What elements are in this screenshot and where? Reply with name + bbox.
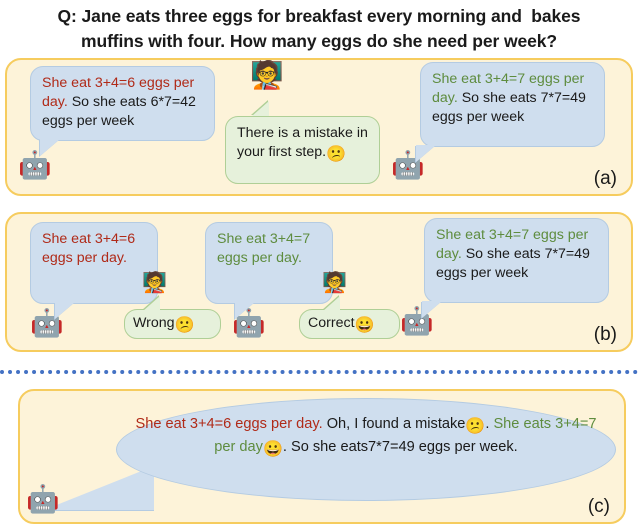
assistant-bubble-c-wrong: She eat 3+4=6 eggs per day. [135,416,323,432]
assistant-bubble-c-mid1: Oh, I found a mistake [322,416,466,432]
assistant-bubble-b2-correct: She eat 3+4=7 eggs per day. [217,231,311,266]
assistant-bubble-c-mid3: . So she eats7*7=49 eggs per week. [282,438,518,455]
robot-icon: 🤖 [18,150,52,180]
teacher-icon: 🧑‍🏫 [142,272,167,294]
assistant-bubble-b1: She eat 3+4=6 eggs per day. [30,222,158,304]
bubble-tail-icon [235,302,255,319]
confused-face-icon: 😕 [465,418,486,435]
assistant-bubble-c-text: She eat 3+4=6 eggs per day. Oh, I found … [135,413,597,458]
assistant-bubble-a1: She eat 3+4=6 eggs per day. So she eats … [30,66,215,141]
question-line-1: Q: Jane eats three eggs for breakfast ev… [57,6,581,26]
bubble-tail-icon [143,296,160,311]
bubble-tail-icon [252,101,269,116]
confused-face-icon: 😕 [326,145,347,163]
bubble-tail-icon [55,302,75,319]
bubble-tail-icon [422,301,442,318]
bubble-tail-icon [323,296,340,311]
grinning-face-icon: 😀 [354,317,375,334]
bubble-tail-icon [40,139,60,156]
teacher-icon: 🧑‍🏫 [322,272,347,294]
panel-b-label: (b) [593,324,617,345]
teacher-feedback-b1-text: Wrong [133,315,175,331]
assistant-bubble-a2: She eat 3+4=7 eggs per day. So she eats … [420,62,605,147]
bubble-tail-icon [44,466,154,510]
panel-a-label: (a) [593,168,617,189]
assistant-bubble-b1-wrong: She eat 3+4=6 eggs per day. [42,231,136,266]
robot-icon: 🤖 [26,484,60,514]
bubble-tail-icon [416,145,436,162]
confused-face-icon: 😕 [174,317,195,334]
assistant-bubble-b3: She eat 3+4=7 eggs per day. So she eats … [424,218,609,303]
teacher-feedback-b2: Correct😀 [299,309,400,339]
teacher-icon: 🧑‍🏫 [250,60,284,90]
panel-c-label: (c) [587,496,610,517]
teacher-bubble-a-text: There is a mistake in your first step. [237,125,368,160]
teacher-bubble-a: There is a mistake in your first step.😕 [225,116,380,184]
grinning-face-icon: 😀 [262,440,283,458]
page-title: Q: Jane eats three eggs for breakfast ev… [0,4,638,54]
teacher-feedback-b1: Wrong😕 [124,309,221,339]
question-line-2: muffins with four. How many eggs do she … [81,30,557,51]
teacher-feedback-b2-text: Correct [308,315,355,331]
assistant-bubble-b2: She eat 3+4=7 eggs per day. [205,222,333,304]
section-divider [0,370,638,374]
